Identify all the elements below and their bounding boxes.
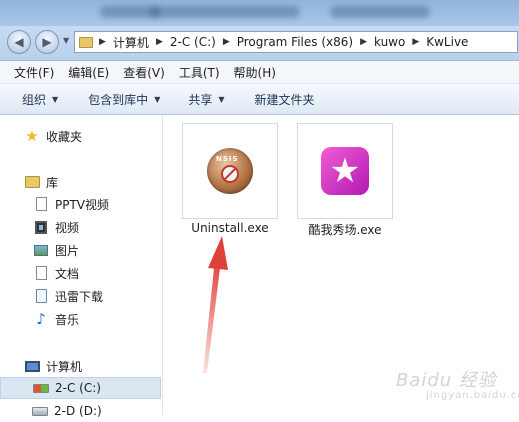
arrow-head: [208, 236, 228, 270]
watermark-url: jingyan.baidu.com: [426, 390, 519, 401]
annotation-arrow: [203, 236, 228, 373]
arrow-shaft: [203, 259, 221, 373]
watermark-text: Baidu 经验: [396, 370, 497, 391]
baidu-watermark: Baidu 经验 jingyan.baidu.com: [396, 366, 519, 401]
